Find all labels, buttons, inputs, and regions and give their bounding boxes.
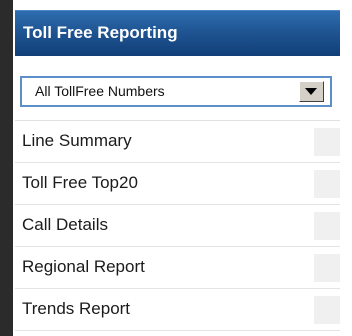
panel-title: Toll Free Reporting — [23, 23, 178, 42]
left-rail — [0, 0, 13, 336]
toll-free-number-select[interactable]: All TollFree Numbers — [20, 76, 332, 107]
menu-item-label: Line Summary — [22, 131, 132, 150]
menu-item-toll-free-top20[interactable]: Toll Free Top20 — [15, 163, 340, 205]
menu-item-label: Toll Free Top20 — [22, 173, 138, 192]
menu-item-marker — [314, 212, 340, 240]
report-page: Toll Free Reporting All TollFree Numbers… — [0, 0, 352, 336]
select-current-value: All TollFree Numbers — [35, 83, 165, 99]
menu-item-call-details[interactable]: Call Details — [15, 205, 340, 247]
report-menu: Line Summary Toll Free Top20 Call Detail… — [15, 121, 340, 331]
number-selector-area: All TollFree Numbers — [15, 62, 340, 121]
menu-item-marker — [314, 128, 340, 156]
menu-item-marker — [314, 296, 340, 324]
menu-item-label: Trends Report — [22, 299, 131, 318]
menu-item-line-summary[interactable]: Line Summary — [15, 121, 340, 163]
menu-item-trends-report[interactable]: Trends Report — [15, 289, 340, 331]
toll-free-reporting-panel: Toll Free Reporting All TollFree Numbers… — [13, 0, 352, 336]
menu-item-marker — [314, 170, 340, 198]
menu-item-label: Call Details — [22, 215, 108, 234]
menu-item-label: Regional Report — [22, 257, 145, 276]
panel-header: Toll Free Reporting — [15, 10, 340, 56]
dropdown-arrow-icon[interactable] — [299, 81, 324, 102]
menu-item-marker — [314, 254, 340, 282]
menu-item-regional-report[interactable]: Regional Report — [15, 247, 340, 289]
